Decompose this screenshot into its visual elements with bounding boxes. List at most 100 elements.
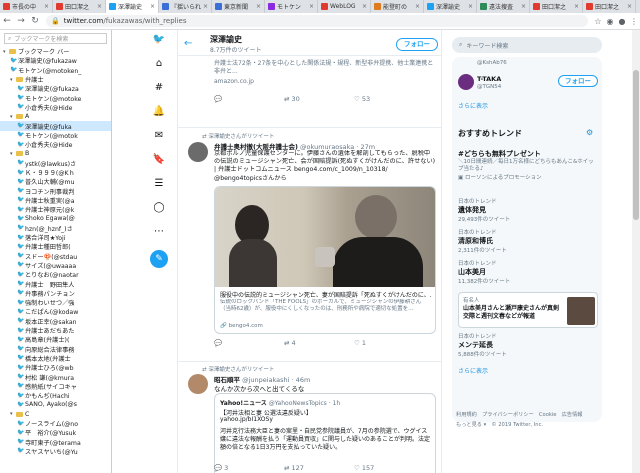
bookmark-item[interactable]: 🐦 高島章(弁護士)( — [0, 335, 111, 344]
profile-icon[interactable]: ◯ — [148, 202, 170, 218]
bookmark-item[interactable]: 🐦 強制わいせつ／強 — [0, 298, 111, 307]
tweet-0-domain[interactable]: amazon.co.jp — [214, 78, 254, 85]
hashtag-icon[interactable]: # — [148, 82, 170, 98]
tab-0[interactable]: 市長の中 × — [0, 0, 53, 13]
show-more-link[interactable]: さらに表示 — [458, 101, 488, 110]
quoted-tweet[interactable]: Yahoo!ニュース @YahooNewsTopics · 1h 【河井法相と妻… — [214, 393, 436, 473]
tab-7[interactable]: 能登町の × — [371, 0, 424, 13]
scrollbar-thumb[interactable] — [633, 70, 639, 220]
list-icon[interactable]: ☰ — [148, 178, 170, 194]
close-tab-icon[interactable]: × — [574, 3, 579, 10]
trends-show-more-link[interactable]: さらに表示 — [458, 366, 488, 375]
news-card[interactable]: 有名人 山本美月さんと瀬戸康史さんが真剣交際と週刊文春などが報道 — [458, 292, 598, 328]
bookmark-item[interactable]: 🐦 深澤諭史(@fukaza — [0, 84, 111, 93]
close-tab-icon[interactable]: × — [415, 3, 420, 10]
extension-icon[interactable]: ◉ — [604, 17, 616, 26]
tab-1[interactable]: 田口潔之 × — [53, 0, 106, 13]
bookmark-item[interactable]: 🐦 弁護士神原元(@k — [0, 205, 111, 214]
bookmark-item[interactable]: 🐦 hzn(@_hznf_)さ — [0, 224, 111, 233]
bookmark-item[interactable]: 🐦 かもんぢ(Hachi — [0, 391, 111, 400]
back-icon[interactable]: ← — [0, 16, 14, 26]
follow-button[interactable]: フォロー — [396, 38, 438, 51]
tab-5[interactable]: モトケン × — [265, 0, 318, 13]
bookmark-item[interactable]: 🐦 橋本太地(弁護士 — [0, 354, 111, 363]
bookmark-item[interactable]: 🐦 ヨコチン刑事裁判 — [0, 186, 111, 196]
menu-icon[interactable]: ⋮ — [628, 17, 640, 26]
trend-1[interactable]: 日本のトレンド 遺体発見 29,493件のツイート — [458, 197, 598, 223]
close-tab-icon[interactable]: × — [256, 3, 261, 10]
bookmark-item[interactable]: 🐦 小倉秀夫(@Hide — [0, 103, 111, 112]
bookmark-item[interactable]: 🐦 小倉秀夫(@Hide — [0, 140, 111, 149]
twitter-search-input[interactable]: ⌕ キーワード検索 — [452, 37, 602, 53]
link-card[interactable]: 服役中の伝説的ミュージシャン死亡、妻が国賠提訴「死ぬすくがけんだのに、... 伝… — [214, 186, 436, 334]
avatar[interactable] — [188, 374, 208, 394]
more-icon[interactable]: ⋯ — [148, 226, 170, 242]
bookmark-item[interactable]: 🐦 こだぱん(@kodaw — [0, 307, 111, 316]
tweet-2[interactable]: ⇄ 深澤諭史さんがリツイート 昭石順平 @junpeiakashi · 46m … — [178, 362, 441, 473]
back-arrow-icon[interactable]: ← — [184, 38, 192, 49]
star-icon[interactable]: ☆ — [592, 17, 604, 26]
bookmark-item[interactable]: 🐦 モトケン(@motok — [0, 131, 111, 140]
trend-0[interactable]: #どちらも無料プレゼント ＼10日間連続／毎日1万名様にどちらもあんこ&ホイップ… — [458, 149, 598, 181]
expand-icon[interactable]: ▾ — [10, 411, 15, 417]
bookmark-folder[interactable]: ▾ B — [0, 149, 111, 158]
tab-9[interactable]: 遠法捜査 × — [477, 0, 530, 13]
bookmark-item[interactable]: 🐦 弁護士ひろ(@wb — [0, 363, 111, 372]
bookmark-item[interactable]: 🐦 弁護士秋重実(@a — [0, 196, 111, 205]
close-tab-icon[interactable]: × — [44, 3, 49, 10]
tab-4[interactable]: 東京新聞 × — [212, 0, 265, 13]
quote-link[interactable]: yahoo.jp/bI1XOSy — [220, 416, 273, 423]
close-tab-icon[interactable]: × — [362, 3, 367, 10]
bookmark-item[interactable]: 🐦 平 裕介(@Yusuk — [0, 428, 111, 437]
scrollbar[interactable] — [632, 30, 640, 473]
bookmark-item[interactable]: 🐦 モトケン(@motoken_ — [0, 66, 111, 75]
trend-4[interactable]: 日本のトレンド メンテ延長 5,888件のツイート — [458, 332, 598, 358]
bookmark-item[interactable]: 🐦 スドー🍄(@stdau — [0, 252, 111, 261]
tab-11[interactable]: 田口潔之 × — [583, 0, 636, 13]
bookmark-item[interactable]: 🐦 Ｋ・９９９(@Kｈ — [0, 168, 111, 177]
bookmark-item[interactable]: 🐦 スヤスヤいち(@Yu — [0, 447, 111, 456]
tab-10[interactable]: 田口潔之 × — [530, 0, 583, 13]
bookmark-item[interactable]: 🐦 弁護士種田哲郎( — [0, 242, 111, 251]
bookmark-icon[interactable]: 🔖 — [148, 154, 170, 170]
retweet-icon[interactable]: ⇄ 4 — [284, 339, 354, 347]
bookmark-folder[interactable]: ▾ C — [0, 410, 111, 419]
tab-3[interactable]: 『揺いられ × — [159, 0, 212, 13]
close-tab-icon[interactable]: × — [97, 3, 102, 10]
expand-icon[interactable]: ▾ — [10, 77, 15, 83]
bookmark-item[interactable]: 🐦 ystk(@lawkus)さ — [0, 159, 111, 168]
footer-links[interactable]: 利用規約 プライバシーポリシー Cookie 広告情報 — [456, 411, 606, 418]
close-tab-icon[interactable]: × — [203, 3, 208, 10]
suggest-2-name[interactable]: T-TAKA — [477, 75, 501, 83]
tab-2[interactable]: 深澤諭史 × — [106, 0, 159, 13]
forward-icon[interactable]: → — [14, 16, 28, 26]
trend-3[interactable]: 日本のトレンド 山本美月 11,382件のツイート — [458, 259, 598, 285]
bookmark-item[interactable]: 🐦 モトケン(@motoke — [0, 93, 111, 103]
close-tab-icon[interactable]: × — [521, 3, 526, 10]
profile-icon[interactable]: ● — [616, 17, 628, 26]
tab-6[interactable]: WebLOG × — [318, 0, 371, 13]
bookmark-item[interactable]: 🐦 Shoko Egawa(@ — [0, 214, 111, 223]
reload-icon[interactable]: ↻ — [28, 16, 42, 26]
reply-icon[interactable]: 💬 3 — [214, 464, 284, 472]
avatar[interactable] — [188, 142, 208, 162]
like-icon[interactable]: ♡ 1 — [354, 339, 424, 347]
bookmark-folder[interactable]: ▾ ブックマーク バー — [0, 47, 111, 57]
trend-2[interactable]: 日本のトレンド 清原和博氏 2,311件のツイート — [458, 228, 598, 254]
suggest-follow-button[interactable]: フォロー — [558, 75, 598, 87]
bookmark-item[interactable]: 🐦 落合洋司★Yoji — [0, 233, 111, 242]
tweet-1[interactable]: ⇄ 深澤諭史さんがリツイート 弁護士奥村徹(大阪弁護士会) @okumuraos… — [178, 128, 441, 362]
settings-gear-icon[interactable]: ⚙ — [586, 128, 593, 137]
retweet-icon[interactable]: ⇄ 30 — [284, 95, 354, 103]
bookmark-item[interactable]: 🐦 とりなお(@naotar — [0, 270, 111, 279]
expand-icon[interactable]: ▾ — [10, 114, 15, 120]
bookmark-item[interactable]: 🐦 感熱紙(サイコキャ — [0, 382, 111, 391]
bookmark-item[interactable]: 🐦 弁護士 野田隼人 — [0, 279, 111, 289]
bookmark-item[interactable]: 🐦 深澤諭史(@fuka — [0, 121, 111, 131]
bell-icon[interactable]: 🔔 — [148, 106, 170, 122]
bookmark-item[interactable]: 🐦 坂本正幸(@sakan — [0, 317, 111, 326]
close-tab-icon[interactable]: × — [627, 3, 632, 10]
home-icon[interactable]: ⌂ — [148, 58, 170, 74]
expand-icon[interactable]: ▾ — [10, 151, 15, 157]
close-tab-icon[interactable]: × — [150, 3, 155, 10]
